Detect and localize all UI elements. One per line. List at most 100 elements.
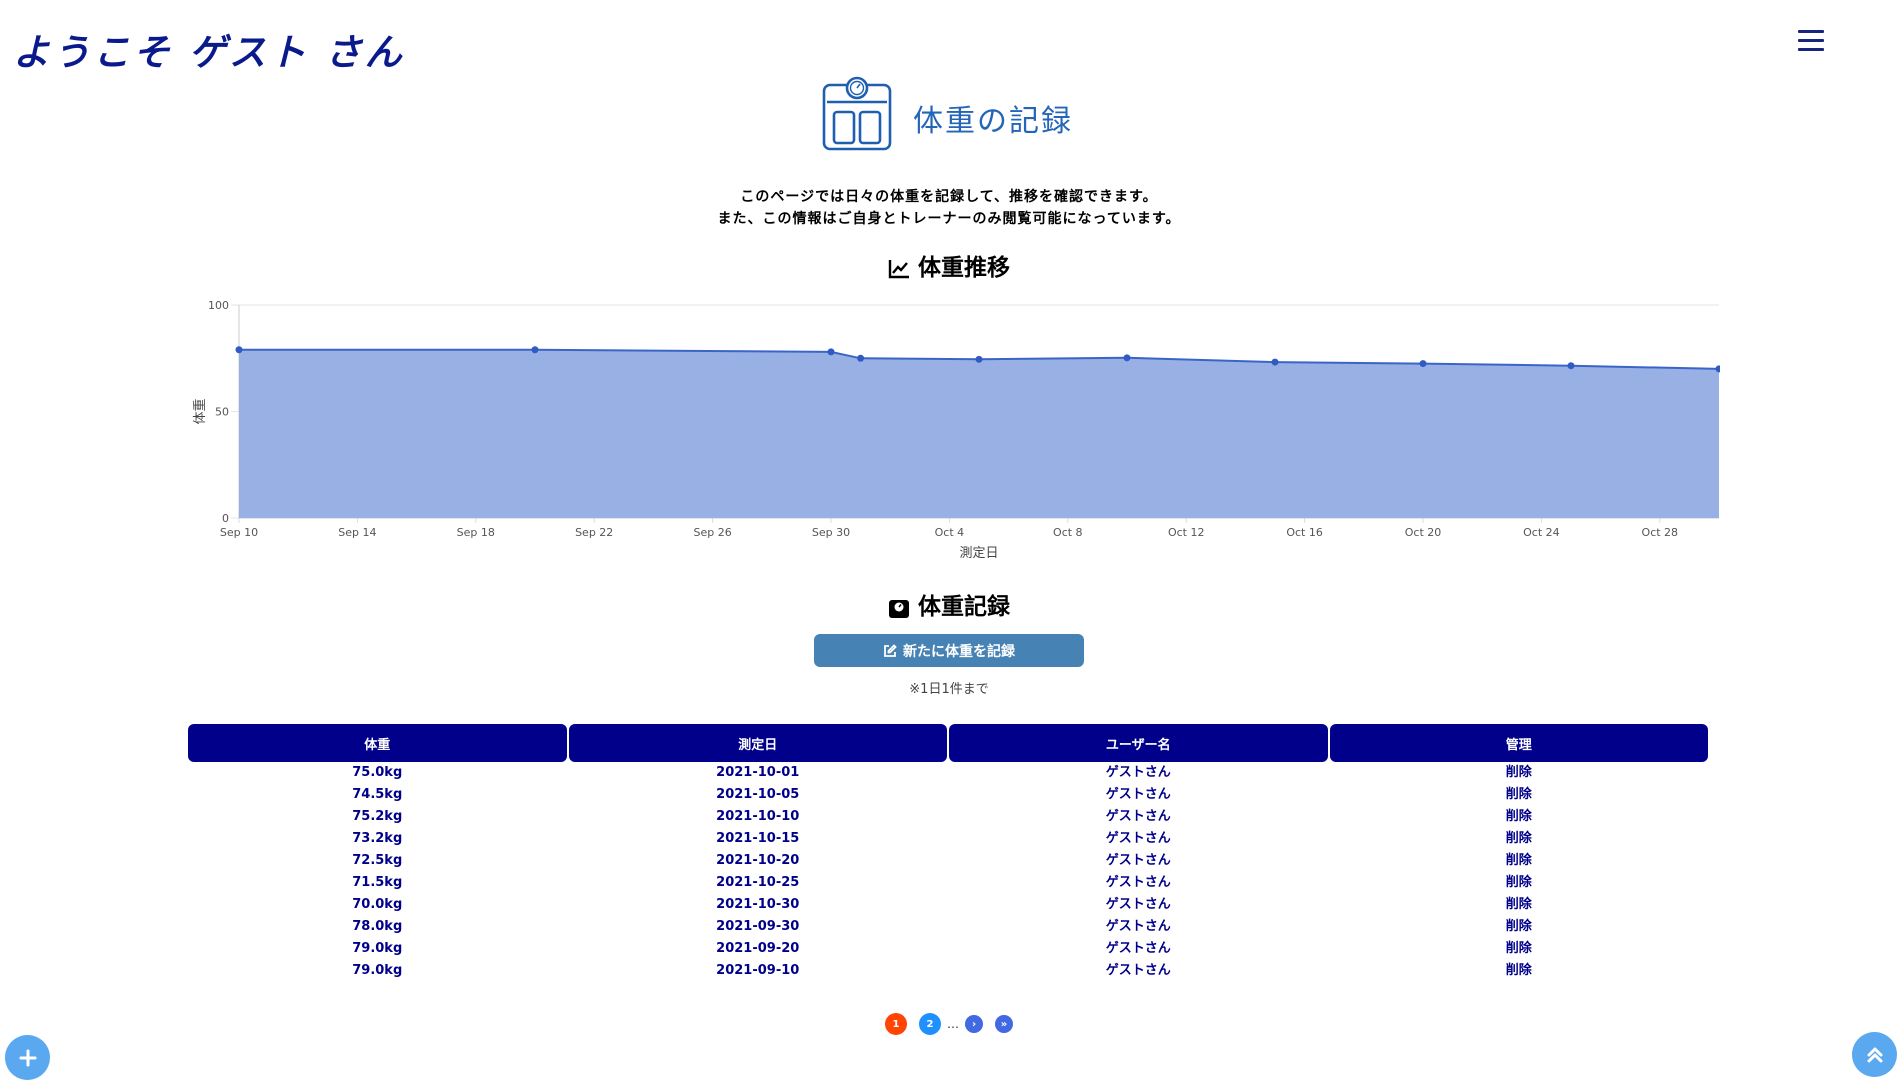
table-row: 72.5kg 2021-10-20 ゲストさん 削除: [188, 850, 1708, 872]
cell-username: ゲストさん: [1105, 787, 1171, 802]
menu-bar: [1798, 48, 1824, 51]
data-point: [531, 346, 539, 354]
x-tick-label: Oct 12: [1168, 526, 1205, 539]
cell-username: ゲストさん: [1105, 919, 1171, 934]
cell-date: 2021-10-15: [716, 831, 800, 846]
line-chart-icon: [888, 259, 909, 278]
scroll-to-top-fab[interactable]: [1852, 1032, 1897, 1077]
records-section-title-text: 体重記録: [918, 594, 1010, 620]
data-point: [1567, 362, 1575, 370]
delete-link[interactable]: 削除: [1330, 938, 1709, 960]
cell-date: 2021-09-20: [716, 941, 800, 956]
x-tick-label: Oct 20: [1405, 526, 1442, 539]
x-tick-label: Sep 26: [693, 526, 731, 539]
cell-weight: 79.0kg: [352, 941, 403, 956]
column-header-username: ユーザー名: [949, 724, 1328, 762]
x-tick-label: Sep 14: [338, 526, 376, 539]
menu-bar: [1798, 39, 1824, 42]
cell-username: ゲストさん: [1105, 963, 1171, 978]
plus-icon: [19, 1049, 36, 1066]
cell-weight: 70.0kg: [352, 897, 403, 912]
page-header: 体重の記録: [0, 74, 1898, 154]
chart-section-title: 体重推移: [0, 248, 1898, 282]
table-row: 70.0kg 2021-10-30 ゲストさん 削除: [188, 894, 1708, 916]
delete-link[interactable]: 削除: [1330, 806, 1709, 828]
weight-chart-svg: 0 50 100 Sep 10 Sep 14 Sep 18 Sep 22 Sep 26 Sep …: [192, 299, 1720, 561]
x-tick-label: Oct 28: [1642, 526, 1679, 539]
new-record-button[interactable]: 新たに体重を記録: [814, 634, 1084, 667]
chart-section-title-text: 体重推移: [918, 255, 1010, 281]
cell-date: 2021-10-05: [716, 787, 800, 802]
table-header-row: 体重 測定日 ユーザー名 管理: [188, 724, 1708, 762]
series-area: [239, 349, 1719, 518]
y-tick-label: 50: [215, 406, 229, 419]
delete-link[interactable]: 削除: [1330, 894, 1709, 916]
cell-username: ゲストさん: [1105, 897, 1171, 912]
column-header-manage: 管理: [1329, 724, 1708, 762]
data-point: [1123, 354, 1131, 362]
delete-link[interactable]: 削除: [1330, 762, 1709, 784]
delete-link[interactable]: 削除: [1330, 916, 1709, 938]
intro-line: また、この情報はご自身とトレーナーのみ閲覧可能になっています。: [717, 211, 1181, 227]
data-point: [827, 348, 835, 356]
delete-link[interactable]: 削除: [1330, 850, 1709, 872]
cell-weight: 79.0kg: [352, 963, 403, 978]
cell-username: ゲストさん: [1105, 765, 1171, 780]
data-point: [1419, 360, 1427, 368]
data-point: [857, 354, 865, 362]
double-chevron-up-icon: [1867, 1047, 1882, 1062]
cell-username: ゲストさん: [1105, 831, 1171, 846]
new-record-button-label: 新たに体重を記録: [903, 643, 1015, 660]
table-row: 79.0kg 2021-09-20 ゲストさん 削除: [188, 938, 1708, 960]
table-row: 78.0kg 2021-09-30 ゲストさん 削除: [188, 916, 1708, 938]
column-header-weight: 体重: [188, 724, 567, 762]
cell-username: ゲストさん: [1105, 875, 1171, 890]
table-row: 75.2kg 2021-10-10 ゲストさん 削除: [188, 806, 1708, 828]
page-title: 体重の記録: [913, 104, 1073, 139]
delete-link[interactable]: 削除: [1330, 784, 1709, 806]
cell-date: 2021-10-01: [716, 765, 800, 780]
x-tick-label: Oct 24: [1523, 526, 1560, 539]
scale-icon: [889, 599, 909, 618]
data-point: [235, 346, 243, 354]
x-tick-label: Oct 4: [935, 526, 965, 539]
delete-link[interactable]: 削除: [1330, 828, 1709, 850]
table-row: 71.5kg 2021-10-25 ゲストさん 削除: [188, 872, 1708, 894]
table-row: 74.5kg 2021-10-05 ゲストさん 削除: [188, 784, 1708, 806]
records-section-title: 体重記録: [0, 587, 1898, 621]
cell-weight: 75.0kg: [352, 765, 403, 780]
table-row: 75.0kg 2021-10-01 ゲストさん 削除: [188, 762, 1708, 784]
weight-records-table: 体重 測定日 ユーザー名 管理 75.0kg 2021-10-01 ゲストさん 削除 7…: [186, 724, 1710, 982]
weight-chart: 0 50 100 Sep 10 Sep 14 Sep 18 Sep 22 Sep 26 Sep …: [180, 285, 1720, 570]
intro-line: このページでは日々の体重を記録して、推移を確認できます。: [740, 189, 1158, 205]
cell-date: 2021-10-30: [716, 897, 800, 912]
menu-bar: [1798, 30, 1824, 33]
y-tick-label: 0: [222, 512, 229, 525]
pagination: 1 2 … › »: [0, 1013, 1898, 1035]
page-2-button[interactable]: 2: [919, 1013, 941, 1035]
last-page-button[interactable]: »: [995, 1015, 1013, 1033]
cell-date: 2021-10-25: [716, 875, 800, 890]
table-row: 73.2kg 2021-10-15 ゲストさん 削除: [188, 828, 1708, 850]
page-1-button[interactable]: 1: [885, 1013, 907, 1035]
data-point: [1271, 358, 1279, 366]
cell-weight: 71.5kg: [352, 875, 403, 890]
next-page-button[interactable]: ›: [965, 1015, 983, 1033]
x-tick-label: Oct 8: [1053, 526, 1083, 539]
x-tick-label: Sep 18: [457, 526, 495, 539]
x-axis-title: 測定日: [959, 546, 998, 561]
add-record-fab[interactable]: [5, 1035, 50, 1080]
cell-weight: 72.5kg: [352, 853, 403, 868]
y-tick-label: 100: [208, 299, 229, 312]
cell-weight: 73.2kg: [352, 831, 403, 846]
x-tick-label: Sep 30: [812, 526, 850, 539]
delete-link[interactable]: 削除: [1330, 960, 1709, 982]
intro-text: このページでは日々の体重を記録して、推移を確認できます。 また、この情報はご自身…: [0, 186, 1898, 230]
cell-weight: 74.5kg: [352, 787, 403, 802]
hamburger-menu-button[interactable]: [1798, 30, 1824, 52]
cell-date: 2021-10-10: [716, 809, 800, 824]
delete-link[interactable]: 削除: [1330, 872, 1709, 894]
cell-date: 2021-09-30: [716, 919, 800, 934]
cell-username: ゲストさん: [1105, 853, 1171, 868]
column-header-date: 測定日: [568, 724, 947, 762]
